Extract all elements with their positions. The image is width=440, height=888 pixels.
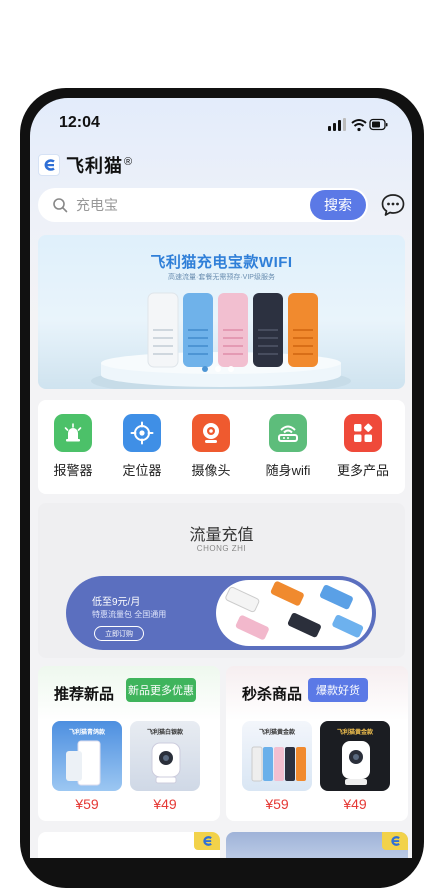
- brand-text: 飞利猫: [66, 156, 123, 176]
- product-image: [251, 746, 306, 782]
- category-camera[interactable]: 摄像头: [181, 414, 241, 479]
- app-screen: 12:04 飞利猫® 充电宝 搜索 飞利猫充电宝款WIFI 高速流量·套餐无需预…: [30, 98, 412, 858]
- search-button[interactable]: 搜索: [310, 190, 366, 220]
- promo-price-text: 低至9元/月: [92, 597, 141, 608]
- locator-icon: [123, 414, 161, 452]
- more-card-left[interactable]: [38, 832, 220, 858]
- status-bar: 12:04: [30, 98, 412, 148]
- category-label: 报警器: [53, 463, 93, 478]
- recharge-promo-card[interactable]: 低至9元/月 特惠流量包 全国通用 立即订购: [66, 576, 376, 650]
- powerbank-blue: [183, 293, 213, 367]
- search-icon: [53, 198, 68, 213]
- new-products-tag[interactable]: 新品更多优惠: [126, 678, 196, 702]
- powerbank-pink: [218, 293, 248, 367]
- camera-icon: [192, 414, 230, 452]
- grid-icon: [344, 414, 382, 452]
- registered-mark: ®: [124, 156, 134, 168]
- flash-sale-tag[interactable]: 爆款好货: [308, 678, 368, 702]
- product-price: ¥59: [265, 796, 289, 812]
- logo-badge: [194, 832, 220, 850]
- product-thumb[interactable]: 飞利猫青鸽款: [52, 721, 122, 791]
- promo-banner[interactable]: 飞利猫充电宝款WIFI 高速流量·套餐无需预存·VIP级服务: [38, 235, 405, 389]
- category-label: 摄像头: [191, 463, 231, 478]
- powerbank-white: [147, 292, 179, 368]
- category-label: 定位器: [122, 463, 162, 478]
- product-thumb[interactable]: 飞利猫白银款: [130, 721, 200, 791]
- logo-icon: [203, 836, 212, 846]
- promo-desc-text: 特惠流量包 全国通用: [92, 610, 167, 619]
- recharge-title: 流量充值: [189, 527, 254, 544]
- powerbank-orange: [288, 293, 318, 367]
- status-icons: [328, 118, 388, 132]
- router-icon: [269, 414, 307, 452]
- category-locator[interactable]: 定位器: [112, 414, 172, 479]
- order-now-button[interactable]: 立即订购: [94, 626, 144, 641]
- new-products-title: 推荐新品: [54, 686, 115, 703]
- message-icon[interactable]: [380, 192, 406, 218]
- logo-icon: [391, 836, 400, 846]
- category-grid: 报警器 定位器 摄像头 随身wifi 更多产品: [38, 400, 405, 494]
- powerbank-group-image: [225, 581, 364, 640]
- product-image: [66, 740, 101, 786]
- product-price: ¥49: [343, 796, 367, 812]
- powerbank-black: [253, 293, 283, 367]
- product-image: [342, 741, 370, 785]
- category-alarm[interactable]: 报警器: [43, 414, 103, 479]
- brand-logo: [38, 154, 60, 176]
- product-price: ¥49: [153, 796, 177, 812]
- product-thumb[interactable]: 飞利猫黄金款: [242, 721, 312, 791]
- category-label: 更多产品: [336, 463, 389, 478]
- category-more[interactable]: 更多产品: [333, 414, 393, 479]
- brand-name: 飞利猫®: [66, 152, 133, 178]
- app-header: 飞利猫®: [38, 154, 133, 176]
- status-time: 12:04: [59, 114, 100, 131]
- new-products-section: 推荐新品 新品更多优惠 飞利猫青鸽款 ¥59 飞利猫白银款 ¥49: [38, 666, 220, 821]
- recharge-section: 流量充值 CHONG ZHI 低至9元/月 特惠流量包 全国通用 立即订购: [38, 503, 405, 658]
- product-thumb[interactable]: 飞利猫黄金款: [320, 721, 390, 791]
- logo-badge: [382, 832, 408, 850]
- search-input[interactable]: 充电宝: [76, 195, 310, 215]
- category-label: 随身wifi: [265, 463, 311, 478]
- logo-icon: [44, 159, 55, 171]
- alarm-icon: [54, 414, 92, 452]
- recharge-subtitle: CHONG ZHI: [196, 544, 247, 553]
- banner-illustration: [91, 292, 351, 389]
- product-image: [151, 742, 181, 784]
- flash-sale-title: 秒杀商品: [242, 686, 303, 703]
- flash-sale-section: 秒杀商品 爆款好货 飞利猫黄金款 ¥59 飞利猫黄金款 ¥49: [226, 666, 408, 821]
- search-bar[interactable]: 充电宝 搜索: [38, 188, 368, 222]
- more-card-right[interactable]: [226, 832, 408, 858]
- promo-product-image: [216, 580, 372, 646]
- product-price: ¥59: [75, 796, 99, 812]
- category-wifi[interactable]: 随身wifi: [258, 414, 318, 479]
